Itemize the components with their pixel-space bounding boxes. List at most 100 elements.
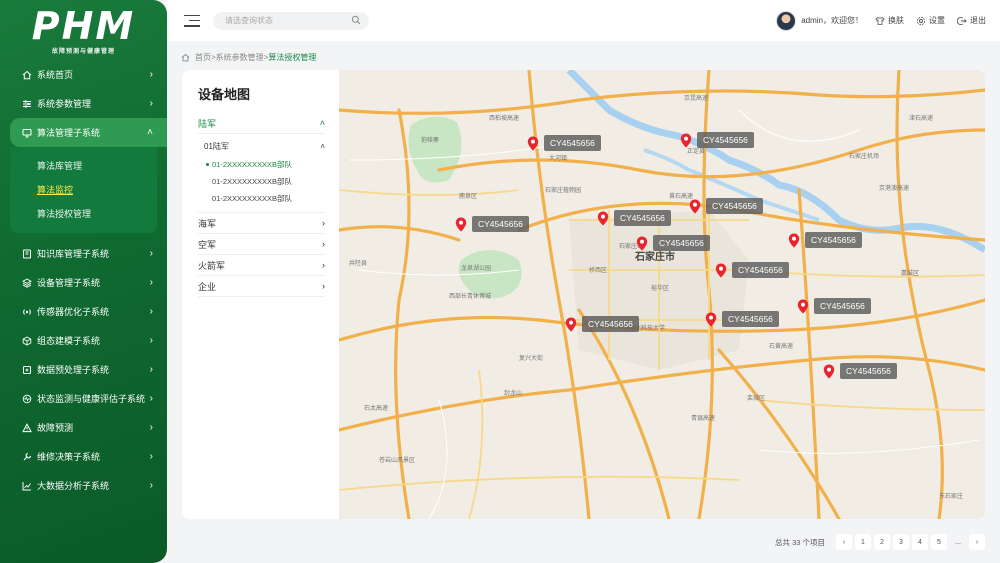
- search-input[interactable]: [225, 16, 351, 25]
- breadcrumb-home[interactable]: 首页: [195, 52, 211, 63]
- logo-text: PHM: [31, 4, 136, 48]
- device-marker[interactable]: CY4545656: [715, 262, 789, 278]
- sidebar-item-label: 状态监测与健康评估子系统: [37, 394, 146, 404]
- sidebar-item-preprocess[interactable]: 数据预处理子系统 ›: [0, 355, 167, 384]
- sidebar-item-params[interactable]: 系统参数管理 ›: [0, 89, 167, 118]
- cube-icon: [22, 335, 32, 346]
- logout-button[interactable]: 退出: [957, 15, 986, 26]
- tree-leaf[interactable]: 01-2XXXXXXXXXB部队: [198, 173, 325, 190]
- svg-text:大河镇: 大河镇: [549, 154, 567, 162]
- pagination-ellipsis: ...: [955, 538, 961, 546]
- svg-text:西柏坡高速: 西柏坡高速: [489, 114, 519, 122]
- marker-label: CY4545656: [472, 216, 529, 232]
- main-card: 设备地图 陆军 ˄ 01陆军 ˄ 01-2XXXXXXXXXB部队 01-2XX…: [182, 70, 985, 519]
- pulse-icon: [22, 394, 32, 404]
- submenu-item-monitor[interactable]: 算法监控: [10, 177, 157, 201]
- tree-leaf[interactable]: 01-2XXXXXXXXXB部队: [198, 156, 325, 173]
- device-marker[interactable]: CY4545656: [680, 132, 754, 148]
- chevron-right-icon: ›: [149, 335, 153, 346]
- sidebar-item-health[interactable]: 状态监测与健康评估子系统 ›: [0, 384, 167, 413]
- device-marker[interactable]: CY4545656: [797, 298, 871, 314]
- svg-text:青银高速: 青银高速: [691, 414, 715, 422]
- page-title: 设备地图: [198, 87, 251, 102]
- marker-label: CY4545656: [697, 132, 754, 148]
- nav-menu: 系统首页 › 系统参数管理 › 算法管理子系统 ˄ 算法库管理 算法监控 算法授…: [0, 60, 167, 500]
- sidebar-item-label: 传感器优化子系统: [37, 307, 110, 317]
- sidebar-item-label: 算法管理子系统: [37, 128, 101, 138]
- logo: PHM 故障预测与健康管理: [0, 0, 167, 58]
- device-marker[interactable]: CY4545656: [565, 316, 639, 332]
- book-icon: [22, 249, 32, 259]
- sidebar-item-knowledge[interactable]: 知识库管理子系统 ›: [0, 239, 167, 268]
- menu-toggle-icon[interactable]: [184, 14, 200, 27]
- chevron-right-icon: ›: [149, 69, 153, 80]
- device-marker[interactable]: CY4545656: [689, 198, 763, 214]
- tree-subgroup[interactable]: 01陆军 ˄: [198, 136, 325, 156]
- pagination-page[interactable]: 3: [893, 534, 909, 550]
- svg-text:裕华区: 裕华区: [651, 284, 669, 292]
- city-label: 石家庄市: [634, 250, 675, 263]
- map-pin-icon: [705, 312, 717, 326]
- marker-label: CY4545656: [544, 135, 601, 151]
- chevron-right-icon: ›: [149, 451, 153, 462]
- device-marker[interactable]: CY4545656: [788, 232, 862, 248]
- tree-group-army[interactable]: 陆军 ˄: [198, 113, 325, 134]
- settings-button[interactable]: 设置: [916, 15, 945, 26]
- pagination-page[interactable]: 5: [931, 534, 947, 550]
- sliders-icon: [22, 99, 32, 109]
- sidebar-item-home[interactable]: 系统首页 ›: [0, 60, 167, 89]
- svg-text:苍岩山风景区: 苍岩山风景区: [379, 456, 415, 464]
- device-marker[interactable]: CY4545656: [636, 235, 710, 251]
- avatar[interactable]: [776, 10, 797, 31]
- sidebar-item-device[interactable]: 设备管理子系统 ›: [0, 268, 167, 297]
- sidebar-item-label: 设备管理子系统: [37, 278, 101, 288]
- device-marker[interactable]: CY4545656: [455, 216, 529, 232]
- svg-text:正定县: 正定县: [687, 147, 705, 155]
- skin-button[interactable]: 换肤: [875, 15, 904, 26]
- map-pin-icon: [715, 263, 727, 277]
- device-marker[interactable]: CY4545656: [527, 135, 601, 151]
- logout-label: 退出: [970, 16, 986, 25]
- pagination-next-button[interactable]: ›: [969, 534, 985, 550]
- sidebar-item-maintenance[interactable]: 维修决策子系统 ›: [0, 442, 167, 471]
- search-icon[interactable]: [351, 15, 361, 27]
- tree-group-enterprise[interactable]: 企业 ›: [198, 276, 325, 297]
- device-tree: 设备地图 陆军 ˄ 01陆军 ˄ 01-2XXXXXXXXXB部队 01-2XX…: [182, 70, 339, 519]
- svg-text:石家庄机场: 石家庄机场: [849, 152, 879, 160]
- tree-group-navy[interactable]: 海军 ›: [198, 213, 325, 234]
- pagination-page[interactable]: 2: [874, 534, 890, 550]
- sidebar-item-fault[interactable]: 故障预测 ›: [0, 413, 167, 442]
- logo-subtitle: 故障预测与健康管理: [51, 49, 115, 55]
- data-icon: [22, 365, 32, 375]
- pagination-page[interactable]: 4: [912, 534, 928, 550]
- submenu-item-library[interactable]: 算法库管理: [10, 153, 157, 177]
- skin-label: 换肤: [888, 16, 904, 25]
- user-area: admin，欢迎您！ 换肤 设置 退出: [776, 0, 986, 41]
- svg-text:京港澳高速: 京港澳高速: [879, 184, 909, 192]
- map-pin-icon: [455, 217, 467, 231]
- pagination-prev-button[interactable]: ‹: [836, 534, 852, 550]
- chevron-up-icon: ˄: [319, 118, 325, 128]
- pagination-page[interactable]: 1: [855, 534, 871, 550]
- sidebar-item-modeling[interactable]: 组态建模子系统 ›: [0, 326, 167, 355]
- svg-text:石太高速: 石太高速: [364, 404, 388, 412]
- device-map[interactable]: 抱犊寨 大河镇 石家庄植物园 龙泉湖公园 西部长青休博城 井陉县 桥西区 裕华区…: [339, 70, 985, 519]
- submenu-item-license[interactable]: 算法授权管理: [10, 201, 157, 225]
- tree-group-rocket[interactable]: 火箭军 ›: [198, 255, 325, 276]
- sidebar-item-bigdata[interactable]: 大数据分析子系统 ›: [0, 471, 167, 500]
- chevron-right-icon: ›: [149, 248, 153, 259]
- marker-label: CY4545656: [722, 311, 779, 327]
- device-marker[interactable]: CY4545656: [823, 363, 897, 379]
- tree-group-airforce[interactable]: 空军 ›: [198, 234, 325, 255]
- device-marker[interactable]: CY4545656: [597, 210, 671, 226]
- breadcrumb-level1[interactable]: 系统参数管理: [216, 52, 264, 63]
- search-box[interactable]: [213, 11, 369, 30]
- chart-icon: [22, 481, 32, 491]
- tree-group-label: 企业: [198, 281, 217, 292]
- svg-text:鹿泉区: 鹿泉区: [459, 192, 477, 200]
- sidebar-item-sensor[interactable]: 传感器优化子系统 ›: [0, 297, 167, 326]
- topbar: admin，欢迎您！ 换肤 设置 退出: [167, 0, 1000, 41]
- tree-leaf[interactable]: 01-2XXXXXXXXXB部队: [198, 190, 325, 207]
- sidebar-item-algorithm[interactable]: 算法管理子系统 ˄: [10, 118, 167, 147]
- device-marker[interactable]: CY4545656: [705, 311, 779, 327]
